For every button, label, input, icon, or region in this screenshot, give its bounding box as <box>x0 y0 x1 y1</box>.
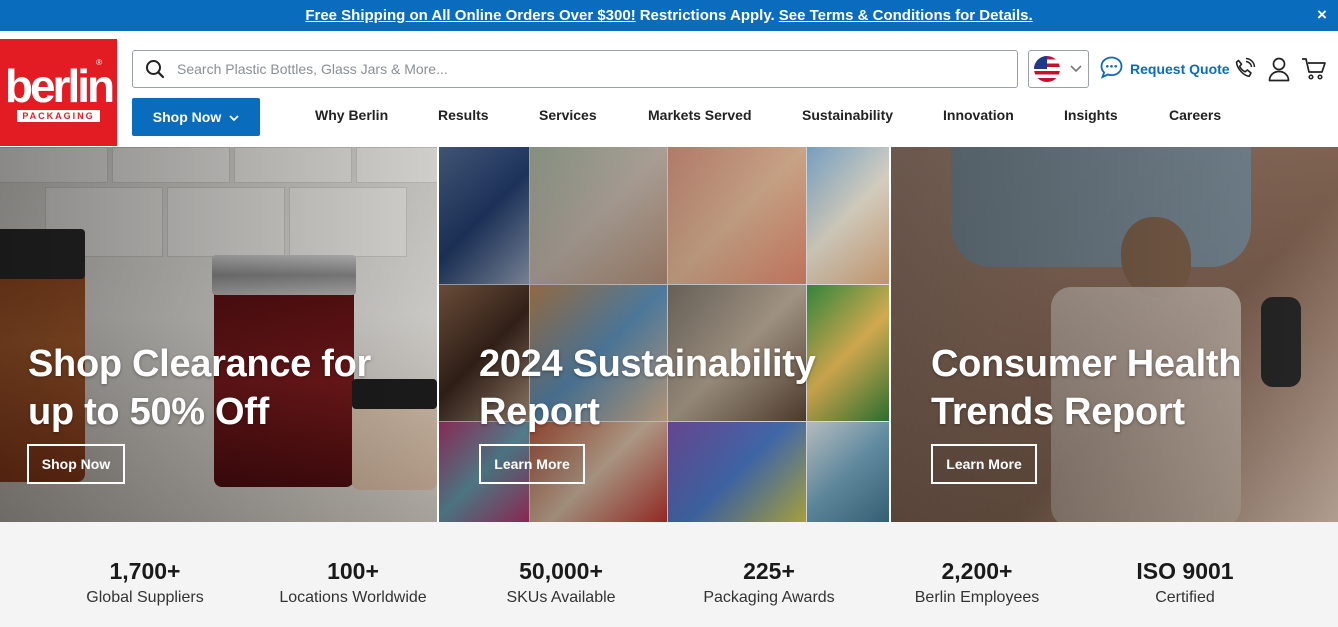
promo-bar: Free Shipping on All Online Orders Over … <box>0 0 1338 31</box>
nav-sustainability[interactable]: Sustainability <box>802 107 893 127</box>
stat-value: 1,700+ <box>109 558 181 584</box>
stat-item: 1,700+ Global Suppliers <box>41 522 249 607</box>
nav-markets-served[interactable]: Markets Served <box>648 107 752 127</box>
nav-insights[interactable]: Insights <box>1064 107 1118 127</box>
registered-mark: ® <box>96 58 102 67</box>
search-icon[interactable] <box>133 51 177 87</box>
berlin-packaging-logo[interactable]: berlin PACKAGING ® <box>0 39 117 146</box>
shop-now-menu-button[interactable]: Shop Now <box>132 98 260 136</box>
chevron-down-icon <box>1070 60 1082 78</box>
learn-more-button[interactable]: Learn More <box>479 444 585 484</box>
nav-results[interactable]: Results <box>438 107 489 127</box>
stat-item: 100+ Locations Worldwide <box>249 522 457 607</box>
stat-label: Locations Worldwide <box>279 589 427 606</box>
nav-services[interactable]: Services <box>539 107 597 127</box>
stat-item: 50,000+ SKUs Available <box>457 522 665 607</box>
learn-more-button[interactable]: Learn More <box>931 444 1037 484</box>
nav-careers[interactable]: Careers <box>1169 107 1221 127</box>
hero-sustainability-title-line2: Report <box>479 391 600 433</box>
stat-item: 225+ Packaging Awards <box>665 522 873 607</box>
hero-sustainability-title-line1: 2024 Sustainability <box>479 343 816 385</box>
stat-label: Certified <box>1155 589 1215 606</box>
shop-now-button[interactable]: Shop Now <box>27 444 125 484</box>
hero-clearance-title-line2: up to 50% Off <box>28 391 269 433</box>
request-quote-label: Request Quote <box>1130 61 1230 77</box>
shop-now-label: Shop Now <box>152 109 222 125</box>
stat-label: Packaging Awards <box>703 589 835 606</box>
stat-value: 2,200+ <box>941 558 1013 584</box>
hero-clearance[interactable]: Shop Clearance for up to 50% Off Shop No… <box>0 147 437 522</box>
promo-restrictions-text: Restrictions Apply. <box>639 7 775 24</box>
stat-item: ISO 9001 Certified <box>1081 522 1289 607</box>
hero-clearance-title: Shop Clearance for up to 50% Off <box>28 340 371 436</box>
hero-consumer-health-title-line2: Trends Report <box>931 391 1185 433</box>
logo-wordmark: berlin <box>4 59 115 112</box>
stats-bar: 1,700+ Global Suppliers 100+ Locations W… <box>0 522 1338 627</box>
stat-value: ISO 9001 <box>1136 558 1234 584</box>
stat-label: Berlin Employees <box>914 589 1040 606</box>
stat-value: 225+ <box>743 558 795 584</box>
search-input[interactable] <box>177 61 977 77</box>
close-icon[interactable]: × <box>1314 5 1330 25</box>
stat-label: SKUs Available <box>506 589 616 606</box>
terms-link[interactable]: See Terms & Conditions for Details. <box>779 7 1033 24</box>
stat-item: 2,200+ Berlin Employees <box>873 522 1081 607</box>
us-flag-icon <box>1034 56 1060 82</box>
request-quote-link[interactable]: Request Quote <box>1099 56 1230 82</box>
hero-sustainability-title: 2024 Sustainability Report <box>479 340 816 436</box>
phone-icon[interactable] <box>1231 55 1257 83</box>
search-bar <box>132 50 1018 88</box>
user-icon[interactable] <box>1266 55 1292 83</box>
country-selector[interactable] <box>1028 50 1089 88</box>
nav-innovation[interactable]: Innovation <box>943 107 1014 127</box>
hero-sustainability-report[interactable]: 2024 Sustainability Report Learn More <box>439 147 889 522</box>
stat-label: Global Suppliers <box>86 589 204 606</box>
hero-clearance-title-line1: Shop Clearance for <box>28 343 372 385</box>
cart-icon[interactable] <box>1301 55 1327 83</box>
hero-consumer-health-title-line1: Consumer Health <box>931 343 1242 385</box>
chat-bubble-icon <box>1099 55 1124 83</box>
free-shipping-link[interactable]: Free Shipping on All Online Orders Over … <box>305 7 635 24</box>
hero-consumer-health[interactable]: Consumer Health Trends Report Learn More <box>891 147 1338 522</box>
chevron-down-icon <box>229 109 239 125</box>
logo-subtitle: PACKAGING <box>17 109 100 122</box>
stat-value: 100+ <box>327 558 379 584</box>
hero-consumer-health-title: Consumer Health Trends Report <box>931 340 1241 436</box>
stat-value: 50,000+ <box>519 558 603 584</box>
nav-why-berlin[interactable]: Why Berlin <box>315 107 388 127</box>
